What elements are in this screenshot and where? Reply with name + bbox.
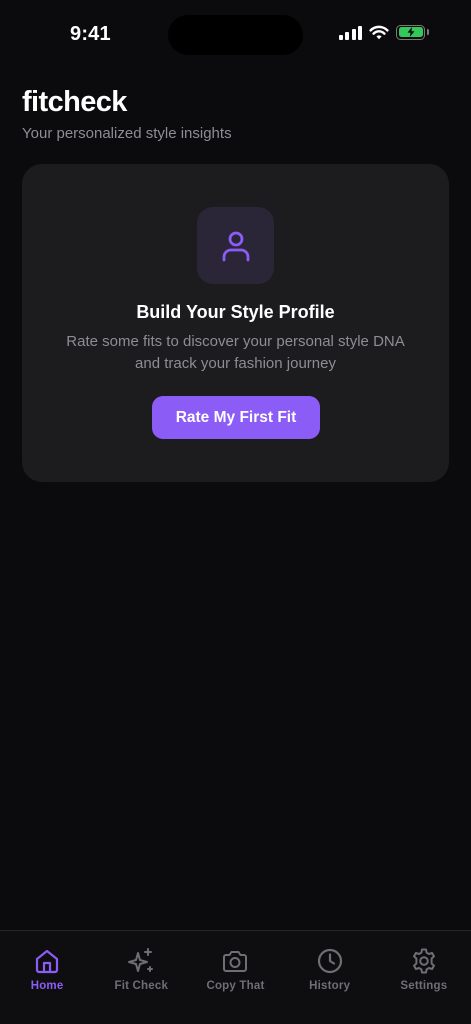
clock-icon	[317, 948, 342, 974]
tab-fit-check-label: Fit Check	[114, 980, 169, 992]
card-description: Rate some fits to discover your personal…	[66, 333, 405, 372]
tab-history-label: History	[309, 980, 351, 992]
screen: 9:41 fitcheck Your personalized style in…	[0, 0, 471, 1024]
charging-bolt-icon	[407, 27, 414, 37]
status-time: 9:41	[70, 23, 111, 45]
tab-history[interactable]: History	[283, 931, 377, 1024]
tab-fit-check[interactable]: Fit Check	[94, 931, 188, 1024]
app-subtitle: Your personalized style insights	[22, 125, 232, 142]
cellular-signal-icon	[338, 24, 362, 40]
home-icon	[35, 949, 59, 974]
rate-first-fit-button[interactable]: Rate My First Fit	[152, 396, 320, 439]
tab-settings[interactable]: Settings	[377, 931, 471, 1024]
person-icon	[222, 231, 249, 261]
camera-icon	[223, 951, 248, 972]
app-title: fitcheck	[22, 86, 127, 118]
tab-bar: Home Fit Check Copy That History Setting…	[0, 930, 471, 1024]
gear-icon	[412, 948, 435, 974]
battery-icon	[396, 24, 429, 40]
style-profile-card: Build Your Style Profile Rate some fits …	[22, 164, 449, 482]
tab-settings-label: Settings	[400, 980, 448, 992]
dynamic-island	[168, 15, 303, 55]
wifi-icon	[369, 25, 389, 39]
tab-home[interactable]: Home	[0, 931, 94, 1024]
status-bar: 9:41	[0, 0, 471, 64]
sparkles-icon	[128, 948, 154, 972]
avatar-tile	[197, 207, 274, 284]
status-icons	[338, 24, 429, 40]
tab-copy-that[interactable]: Copy That	[188, 931, 282, 1024]
tab-home-label: Home	[30, 980, 64, 992]
card-title: Build Your Style Profile	[136, 302, 335, 322]
tab-copy-that-label: Copy That	[206, 980, 265, 992]
